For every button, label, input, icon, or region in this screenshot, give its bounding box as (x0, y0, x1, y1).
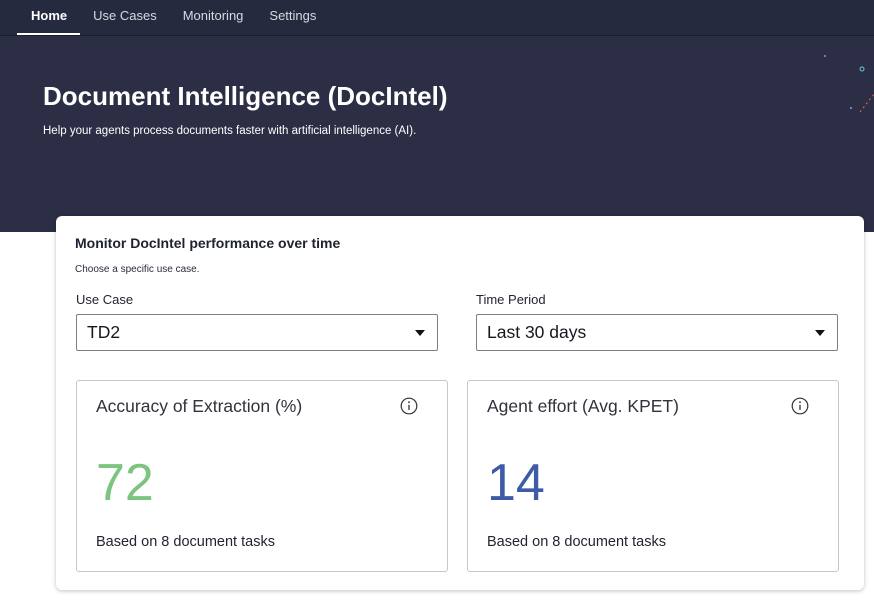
agent-effort-value: 14 (487, 454, 545, 512)
accuracy-value: 72 (96, 454, 154, 512)
time-period-select[interactable]: Last 30 days (476, 314, 838, 351)
accuracy-title: Accuracy of Extraction (%) (96, 396, 303, 416)
dropdown-caret-icon (415, 330, 425, 336)
page-title: Document Intelligence (DocIntel) (43, 81, 448, 111)
dropdown-caret-icon (815, 330, 825, 336)
card-title: Monitor DocIntel performance over time (75, 235, 341, 251)
agent-effort-title: Agent effort (Avg. KPET) (487, 396, 679, 416)
use-case-select[interactable]: TD2 (76, 314, 438, 351)
agent-effort-note: Based on 8 document tasks (487, 534, 666, 550)
accuracy-note: Based on 8 document tasks (96, 534, 275, 550)
hero-banner: Document Intelligence (DocIntel) Help yo… (0, 36, 874, 232)
page-subtitle: Help your agents process documents faste… (43, 125, 417, 137)
time-period-value: Last 30 days (487, 322, 587, 342)
monitor-performance-card: Monitor DocIntel performance over time C… (56, 216, 864, 590)
accuracy-metric-card: Accuracy of Extraction (%) 72 Based on 8… (76, 380, 448, 572)
nav-tab-monitoring[interactable]: Monitoring (170, 0, 257, 35)
top-navigation: Home Use Cases Monitoring Settings (0, 0, 874, 36)
time-period-label: Time Period (476, 292, 546, 307)
card-description: Choose a specific use case. (75, 264, 200, 275)
nav-tab-use-cases[interactable]: Use Cases (80, 0, 170, 35)
decorative-sparkles (824, 55, 874, 113)
nav-tab-home[interactable]: Home (17, 0, 81, 35)
info-icon[interactable] (400, 397, 418, 415)
agent-effort-metric-card: Agent effort (Avg. KPET) 14 Based on 8 d… (467, 380, 839, 572)
info-icon[interactable] (791, 397, 809, 415)
nav-tab-settings[interactable]: Settings (256, 0, 329, 35)
use-case-label: Use Case (76, 292, 134, 307)
use-case-value: TD2 (87, 322, 121, 342)
